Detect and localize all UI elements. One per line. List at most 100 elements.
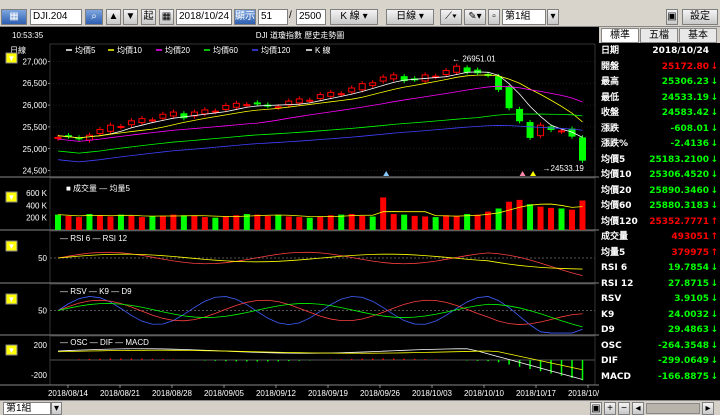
panel-row-value: 25172.80 (661, 61, 709, 72)
toolbar: ▦ DJI.204 ⌕ ▲ ▼ 起 ▦ 2018/10/24 顯示 51 / 2… (0, 0, 720, 27)
clock-time: 10:53:35 (12, 31, 44, 40)
high-price-label: ← 26951.01 (452, 55, 496, 64)
tab-standard[interactable]: 標準 (601, 28, 639, 43)
panel-row-label: 開盤 (601, 61, 620, 72)
volume-bar (443, 215, 450, 230)
panel-row: 漲跌 -608.01 ↓ (601, 123, 718, 136)
ma-legend-label: K 線 (315, 45, 331, 55)
volume-bar (180, 215, 187, 230)
panel-row-value: 25306.4520 (649, 170, 709, 180)
marker-triangle-icon (519, 171, 526, 176)
candle-body (442, 70, 450, 75)
arrow-down-button[interactable]: ▼ (123, 9, 138, 25)
panel-row: RSV 3.9105 ↓ (601, 293, 718, 306)
volume-bar (201, 217, 208, 230)
scroll-right-icon[interactable]: ▸ (702, 402, 714, 415)
candle-body (148, 119, 156, 122)
volume-bar (537, 206, 544, 230)
chart-area[interactable]: 10:53:35 DJI 道瓊指數 歷史走勢圖 日線 均價5 均價10 均價20 均價60 均… (0, 27, 599, 400)
menu-icon[interactable]: ▦ (1, 9, 27, 25)
volume-bar (191, 215, 198, 230)
panel-row-value: 24533.19 (661, 92, 709, 103)
price-tick-label: 25,500 (23, 123, 48, 132)
candle-body (337, 93, 345, 96)
arrow-up-icon: ↑ (710, 247, 718, 258)
panel-row-label: 漲跌 (601, 123, 620, 134)
candle-body (54, 136, 62, 139)
count-from-input[interactable]: 51 (258, 9, 288, 25)
symbol-input[interactable]: DJI.204 (30, 9, 82, 25)
volume-bar (128, 215, 135, 230)
group-select[interactable]: 第1組 (502, 9, 546, 25)
candle-body (232, 102, 240, 108)
kline-dropdown[interactable]: K 線 ▾ (330, 9, 378, 25)
d9-line (57, 303, 583, 328)
rsi12-line (57, 253, 583, 270)
candle-body (369, 82, 377, 86)
panel-row-label: RSI 12 (601, 278, 634, 289)
candle-body (495, 76, 503, 90)
panel-row-label: MACD (601, 371, 631, 382)
arrow-down-icon: ↓ (710, 185, 718, 196)
draw-line-icon[interactable]: ⟋▾ (440, 9, 462, 25)
arrow-down-icon: ↓ (710, 77, 718, 87)
panel-row: RSI 6 19.7854 ↓ (601, 262, 718, 275)
jump-start-button[interactable]: 起 (141, 9, 156, 25)
display-button[interactable]: 顯示 (234, 9, 256, 25)
tab-basic[interactable]: 基本 (679, 28, 717, 43)
info-panel: 標準 五檔 基本 日期 2018/10/24 開盤 25172.80 ↓ 最高 25306.… (599, 27, 720, 400)
rsi-tick-label: 50 (38, 254, 47, 263)
small-box-icon[interactable]: ▫ (488, 9, 500, 25)
panel-row-label: D9 (601, 325, 615, 335)
panel-row-label: DIF (601, 356, 618, 366)
panel-row-value: -264.3548 (658, 340, 709, 351)
pane-dropdown-arrow: ▼ (8, 193, 16, 202)
scrollbar-track[interactable] (646, 403, 700, 414)
date-tick-label: 2018/09/19 (308, 389, 349, 398)
date-tick-label: 2018/10/03 (412, 389, 453, 398)
settings-button[interactable]: 設定 (682, 9, 718, 25)
pane-dropdown-arrow: ▼ (8, 346, 16, 355)
arrow-up-button[interactable]: ▲ (106, 9, 121, 25)
kd-legend: — RSV — K9 — D9 (60, 287, 132, 296)
candle-body (295, 98, 303, 104)
eraser-icon[interactable]: ✎▾ (464, 9, 486, 25)
kd-tick-label: 50 (38, 307, 47, 316)
date-input[interactable]: 2018/10/24 (176, 9, 232, 25)
date-tick-label: 2018/10/24 (568, 389, 599, 398)
calendar-icon[interactable]: ▦ (159, 9, 174, 25)
pane-dropdown-arrow: ▼ (8, 295, 16, 304)
panel-row: 成交量 493051 ↑ (601, 231, 718, 244)
arrow-down-icon: ↓ (710, 154, 718, 165)
group-dropdown-icon[interactable]: ▾ (547, 9, 559, 25)
candle-body (379, 76, 387, 82)
zoom-fit-icon[interactable]: ▣ (590, 402, 602, 415)
scroll-left-icon[interactable]: ◂ (632, 402, 644, 415)
panel-row-value: 25183.2100 (649, 154, 709, 165)
panel-tabs: 標準 五檔 基本 (599, 27, 720, 43)
volume-bar (474, 214, 481, 230)
zoom-in-icon[interactable]: + (604, 402, 616, 415)
panel-row: 均價10 25306.4520 ↓ (601, 169, 718, 182)
ma-legend-label: 均價120 (261, 45, 291, 55)
zoom-out-icon[interactable]: − (618, 402, 630, 415)
panel-row-value: 2018/10/24 (652, 46, 709, 56)
candle-body (390, 74, 398, 80)
tab-five-levels[interactable]: 五檔 (640, 28, 678, 43)
count-total-input[interactable]: 2500 (296, 9, 326, 25)
panel-row: 均價120 25352.7771 ↑ (601, 216, 718, 229)
volume-bar (254, 214, 261, 230)
search-icon[interactable]: ⌕ (85, 9, 103, 25)
export-icon[interactable]: ▣ (666, 9, 678, 25)
date-tick-label: 2018/09/12 (256, 389, 297, 398)
date-tick-label: 2018/09/26 (360, 389, 401, 398)
volume-bar (159, 215, 166, 230)
volume-bar (432, 217, 439, 230)
volume-bar (55, 214, 61, 230)
bottom-group-dropdown-icon[interactable]: ▾ (51, 402, 62, 415)
period-dropdown[interactable]: 日線 ▾ (386, 9, 434, 25)
bottom-group-select[interactable]: 第1組 (3, 402, 51, 415)
macd-tick-label: 200 (34, 341, 48, 350)
volume-bar (327, 215, 334, 230)
panel-row-value: -299.0649 (658, 356, 709, 366)
